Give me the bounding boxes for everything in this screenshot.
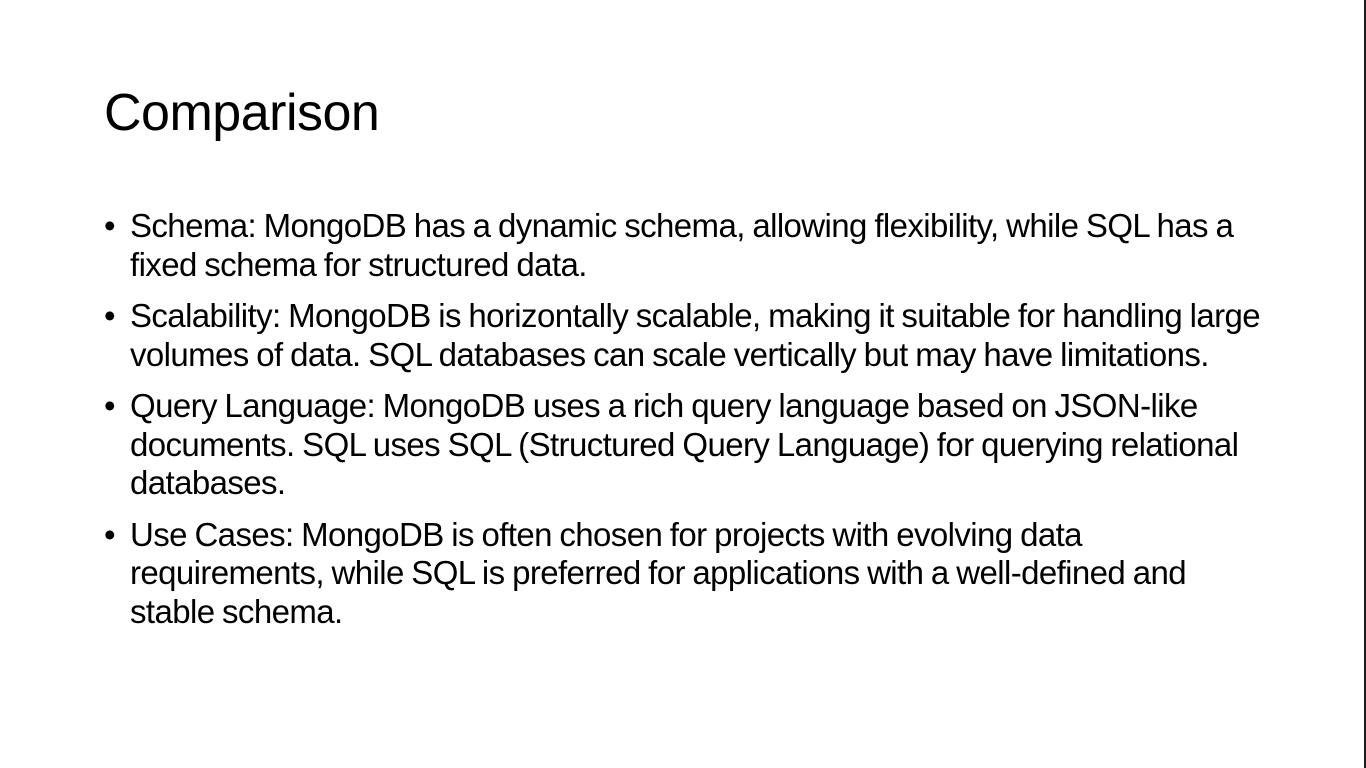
slide: Comparison • Schema: MongoDB has a dynam… <box>0 0 1366 768</box>
bullet-item-query-language: • Query Language: MongoDB uses a rich qu… <box>104 387 1264 503</box>
bullet-marker: • <box>104 387 116 424</box>
bullet-text: Schema: MongoDB has a dynamic schema, al… <box>130 207 1234 283</box>
bullet-list: • Schema: MongoDB has a dynamic schema, … <box>104 207 1264 644</box>
slide-title: Comparison <box>104 84 380 142</box>
bullet-marker: • <box>104 297 116 334</box>
bullet-item-scalability: • Scalability: MongoDB is horizontally s… <box>104 297 1264 374</box>
bullet-text: Use Cases: MongoDB is often chosen for p… <box>130 515 1187 630</box>
bullet-text: Scalability: MongoDB is horizontally sca… <box>130 297 1261 373</box>
bullet-item-use-cases: • Use Cases: MongoDB is often chosen for… <box>104 516 1264 632</box>
bullet-marker: • <box>104 207 116 244</box>
bullet-text: Query Language: MongoDB uses a rich quer… <box>130 387 1239 501</box>
bullet-item-schema: • Schema: MongoDB has a dynamic schema, … <box>104 207 1264 284</box>
bullet-marker: • <box>104 515 116 553</box>
